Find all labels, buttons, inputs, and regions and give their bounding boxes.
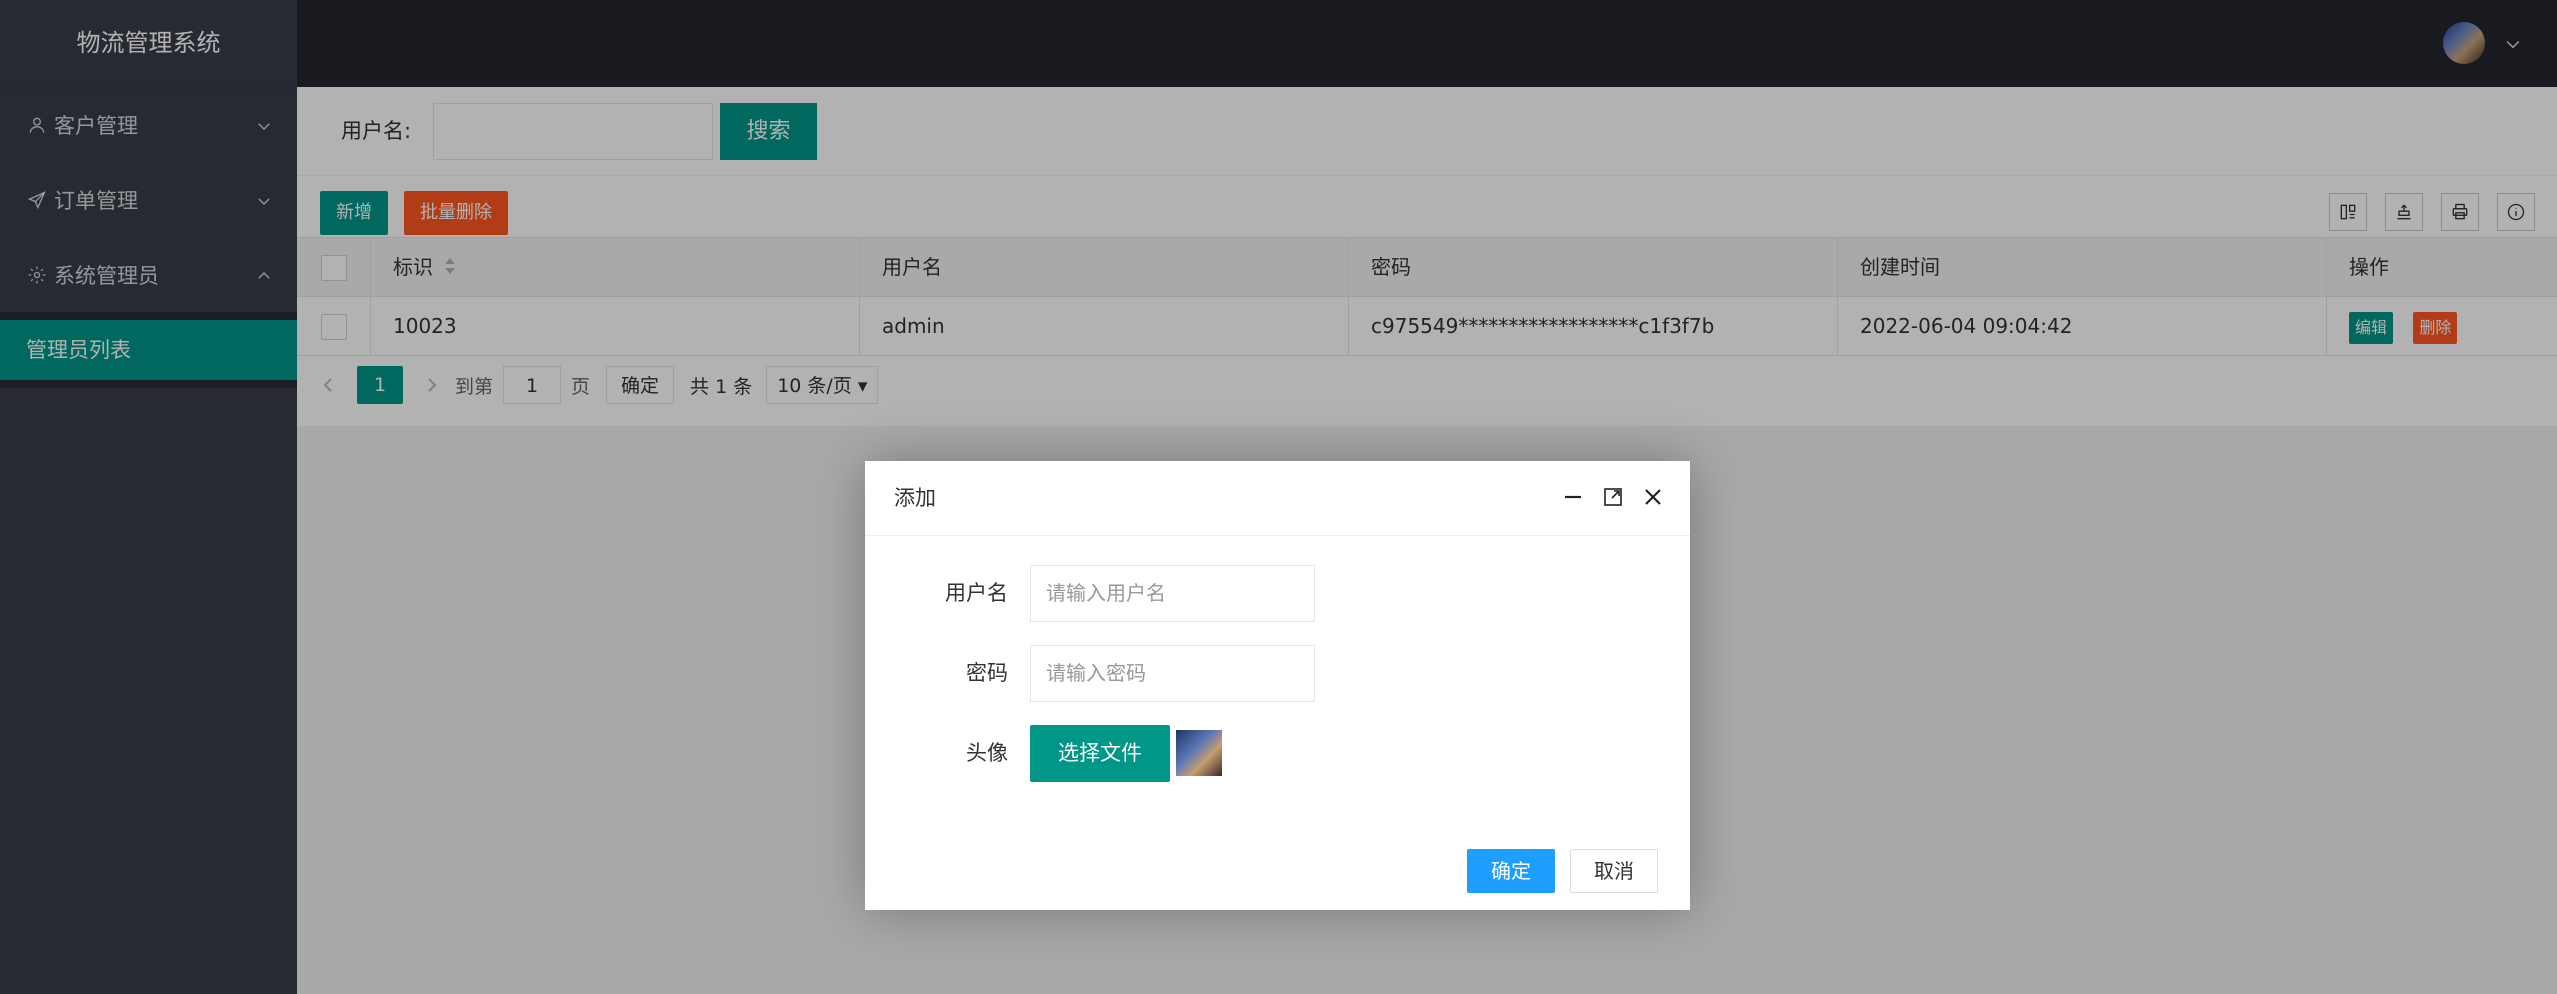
username-label: 用户名 <box>945 581 1008 605</box>
password-label: 密码 <box>966 661 1008 685</box>
close-icon[interactable] <box>1640 484 1666 510</box>
dialog-controls <box>1560 484 1666 510</box>
maximize-icon[interactable] <box>1600 484 1626 510</box>
form-row-avatar: 头像 选择文件 <box>865 725 1690 782</box>
dialog-title-bar: 添加 <box>865 461 1690 536</box>
avatar-preview <box>1176 730 1222 776</box>
avatar-label: 头像 <box>966 741 1008 765</box>
username-field[interactable]: 请输入用户名 <box>1030 565 1315 622</box>
password-field[interactable]: 请输入密码 <box>1030 645 1315 702</box>
confirm-button[interactable]: 确定 <box>1467 849 1555 893</box>
add-dialog: 添加 用户名 请输入用户名 密码 请输入密码 头像 选择文件 确定 取消 <box>865 461 1690 910</box>
form-row-password: 密码 请输入密码 <box>865 645 1690 702</box>
cancel-button[interactable]: 取消 <box>1570 849 1658 893</box>
choose-file-button[interactable]: 选择文件 <box>1030 725 1170 782</box>
dialog-title: 添加 <box>894 486 936 510</box>
minimize-icon[interactable] <box>1560 484 1586 510</box>
form-row-username: 用户名 请输入用户名 <box>865 565 1690 622</box>
